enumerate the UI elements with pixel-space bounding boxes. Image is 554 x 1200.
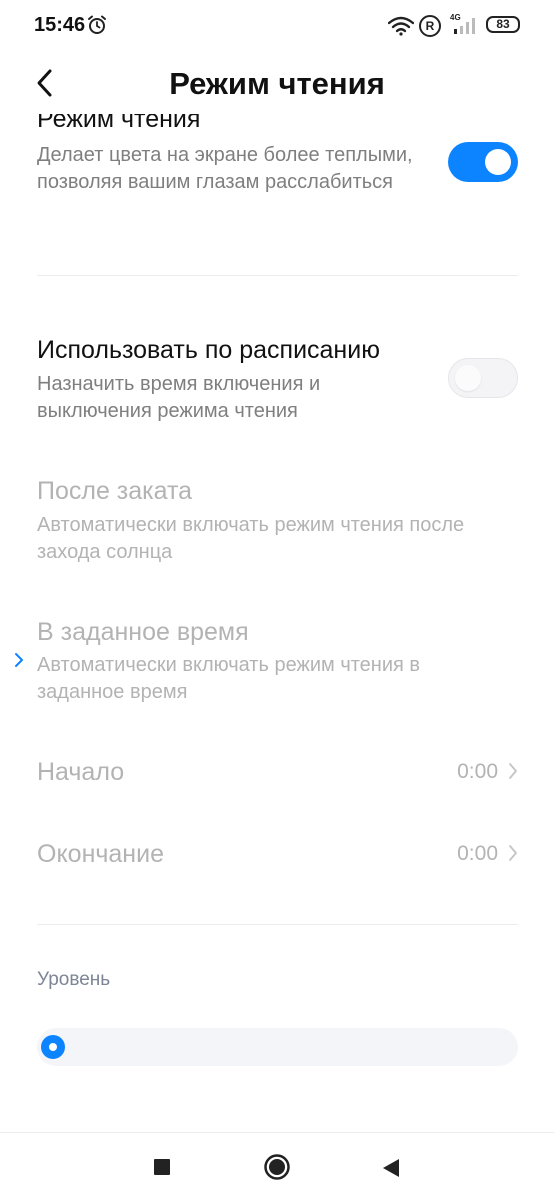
settings-list[interactable]: Режим чтения Делает цвета на экране боле…: [0, 114, 554, 1132]
schedule-title: Использовать по расписанию: [37, 336, 380, 364]
reading-mode-toggle[interactable]: [448, 142, 518, 182]
custom-time-title: В заданное время: [37, 618, 249, 646]
start-label: Начало: [37, 758, 125, 786]
reading-mode-title: Режим чтения: [37, 114, 201, 133]
after-sunset-subtitle: Автоматически включать режим чтения посл…: [37, 514, 465, 563]
level-slider[interactable]: [37, 1028, 518, 1066]
signal-icon: [454, 18, 475, 34]
roaming-badge: R: [419, 15, 441, 37]
chevron-right-icon: [509, 763, 517, 779]
level-label: Уровень: [37, 969, 111, 990]
end-label: Окончание: [37, 840, 164, 868]
divider: [37, 924, 518, 925]
schedule-subtitle: Назначить время включения и выключения р…: [37, 373, 321, 422]
toggle-knob: [455, 365, 481, 391]
toggle-knob: [485, 149, 511, 175]
header: Режим чтения: [0, 52, 554, 114]
wifi-icon: [388, 16, 414, 36]
home-circle-icon[interactable]: [263, 1153, 291, 1181]
navigation-bar: [0, 1132, 554, 1200]
status-bar: 15:46 R 4G 83: [0, 0, 554, 52]
alarm-icon: [88, 15, 106, 34]
slider-thumb[interactable]: [41, 1035, 65, 1059]
status-time: 15:46: [34, 14, 86, 36]
end-value: 0:00: [457, 842, 498, 865]
start-value: 0:00: [457, 760, 498, 783]
after-sunset-title: После заката: [37, 477, 193, 505]
divider: [37, 275, 518, 276]
chevron-right-icon: [15, 653, 23, 667]
reading-mode-subtitle: Делает цвета на экране более теплыми, по…: [37, 144, 413, 193]
battery-indicator: 83: [486, 16, 520, 33]
chevron-right-icon: [509, 845, 517, 861]
recents-square-icon[interactable]: [154, 1159, 170, 1175]
back-triangle-icon[interactable]: [381, 1157, 401, 1179]
schedule-toggle[interactable]: [448, 358, 518, 398]
custom-time-subtitle: Автоматически включать режим чтения в за…: [37, 654, 421, 703]
page-title: Режим чтения: [169, 66, 385, 101]
